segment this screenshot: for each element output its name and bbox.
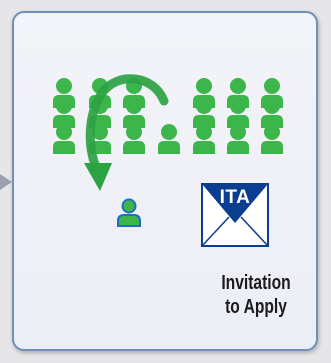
- ita-label: ITA: [219, 187, 251, 208]
- ita-card: ITA Invitation to Apply: [12, 11, 318, 351]
- crowd-back-row: [53, 78, 283, 108]
- selected-person-icon: [117, 198, 141, 227]
- person-icon: [193, 124, 215, 154]
- person-icon: [261, 124, 283, 154]
- caption-line-2: to Apply: [225, 296, 287, 318]
- caption-line-1: Invitation: [221, 272, 291, 294]
- person-icon: [123, 124, 145, 154]
- person-icon: [158, 124, 180, 154]
- caption: Invitation to Apply: [201, 271, 310, 319]
- person-icon: [53, 124, 75, 154]
- diagram-stage: ITA Invitation to Apply: [0, 0, 331, 363]
- person-icon: [227, 124, 249, 154]
